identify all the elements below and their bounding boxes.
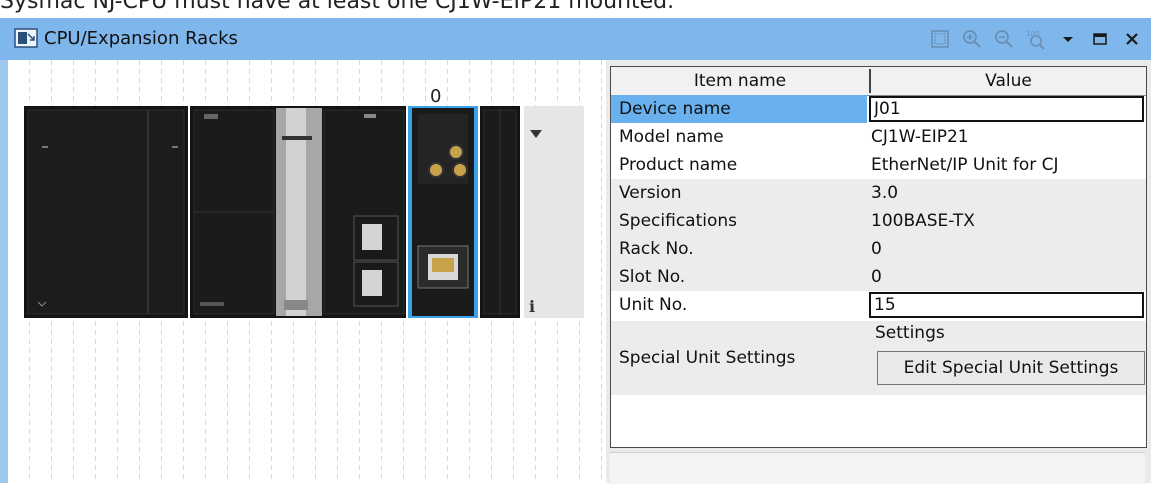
end-cover[interactable] bbox=[480, 106, 520, 318]
row-label: Model name bbox=[619, 127, 724, 147]
settings-subheading: Settings bbox=[875, 323, 945, 343]
selected-unit-cj1w-eip21[interactable] bbox=[408, 106, 478, 318]
row-label: Rack No. bbox=[619, 239, 694, 259]
row-label: Device name bbox=[619, 99, 731, 119]
cpu-unit[interactable] bbox=[190, 106, 406, 318]
cpu-expansion-racks-window: CPU/Expansion Racks 100 0 i Item name Va… bbox=[0, 18, 1151, 484]
row-label: Special Unit Settings bbox=[619, 348, 796, 368]
properties-panel: Item name Value Device name Model name C… bbox=[606, 60, 1151, 484]
zoom-100-icon[interactable]: 100 bbox=[1023, 26, 1049, 52]
window-controls: 100 bbox=[927, 24, 1145, 54]
top-caption: Sysmac NJ-CPU must have at least one CJ1… bbox=[0, 0, 675, 14]
header-value[interactable]: Value bbox=[871, 67, 1146, 95]
row-version: Version 3.0 bbox=[611, 179, 1146, 207]
row-product-name: Product name EtherNet/IP Unit for CJ bbox=[611, 151, 1146, 179]
header-item-name[interactable]: Item name bbox=[611, 67, 869, 95]
row-value: 0 bbox=[871, 267, 882, 287]
row-special-unit-settings: Special Unit Settings Settings Edit Spec… bbox=[611, 321, 1146, 395]
properties-description-pane bbox=[610, 452, 1145, 484]
row-value: 0 bbox=[871, 239, 882, 259]
device-name-input[interactable] bbox=[869, 96, 1144, 122]
close-icon[interactable] bbox=[1119, 26, 1145, 52]
row-value: CJ1W-EIP21 bbox=[871, 127, 969, 147]
table-header: Item name Value bbox=[611, 67, 1146, 96]
cpu-rack: i bbox=[24, 106, 584, 318]
power-supply-unit[interactable] bbox=[24, 106, 188, 318]
row-value: EtherNet/IP Unit for CJ bbox=[871, 155, 1059, 175]
row-model-name: Model name CJ1W-EIP21 bbox=[611, 123, 1146, 151]
edit-special-unit-settings-button[interactable]: Edit Special Unit Settings bbox=[877, 351, 1145, 385]
row-specifications: Specifications 100BASE-TX bbox=[611, 207, 1146, 235]
info-icon[interactable]: i bbox=[529, 297, 535, 316]
editor-content: 0 i Item name Value Device name J01 Mode… bbox=[8, 60, 1151, 484]
window-title: CPU/Expansion Racks bbox=[44, 28, 238, 49]
row-label: Product name bbox=[619, 155, 738, 175]
title-bar: CPU/Expansion Racks 100 bbox=[0, 18, 1151, 60]
rack-window-icon bbox=[14, 28, 38, 48]
row-label: Slot No. bbox=[619, 267, 686, 287]
slot-number-label: 0 bbox=[430, 86, 442, 107]
row-rack-no: Rack No. 0 bbox=[611, 235, 1146, 263]
zoom-out-icon[interactable] bbox=[991, 26, 1017, 52]
maximize-icon[interactable] bbox=[1087, 26, 1113, 52]
zoom-in-icon[interactable] bbox=[959, 26, 985, 52]
rack-side-strip bbox=[524, 106, 584, 318]
row-value: 100BASE-TX bbox=[871, 211, 975, 231]
unit-no-input[interactable] bbox=[869, 292, 1144, 318]
row-device-name[interactable]: Device name bbox=[611, 95, 1146, 123]
row-label: Unit No. bbox=[619, 295, 688, 315]
row-value: 3.0 bbox=[871, 183, 899, 203]
properties-table: Item name Value Device name Model name C… bbox=[610, 66, 1147, 448]
row-unit-no[interactable]: Unit No. bbox=[611, 291, 1146, 319]
row-label: Version bbox=[619, 183, 682, 203]
dropdown-icon[interactable] bbox=[1055, 26, 1081, 52]
row-label: Specifications bbox=[619, 211, 738, 231]
row-slot-no: Slot No. 0 bbox=[611, 263, 1146, 291]
rack-canvas[interactable]: 0 i bbox=[8, 60, 602, 483]
fit-view-icon[interactable] bbox=[927, 26, 953, 52]
